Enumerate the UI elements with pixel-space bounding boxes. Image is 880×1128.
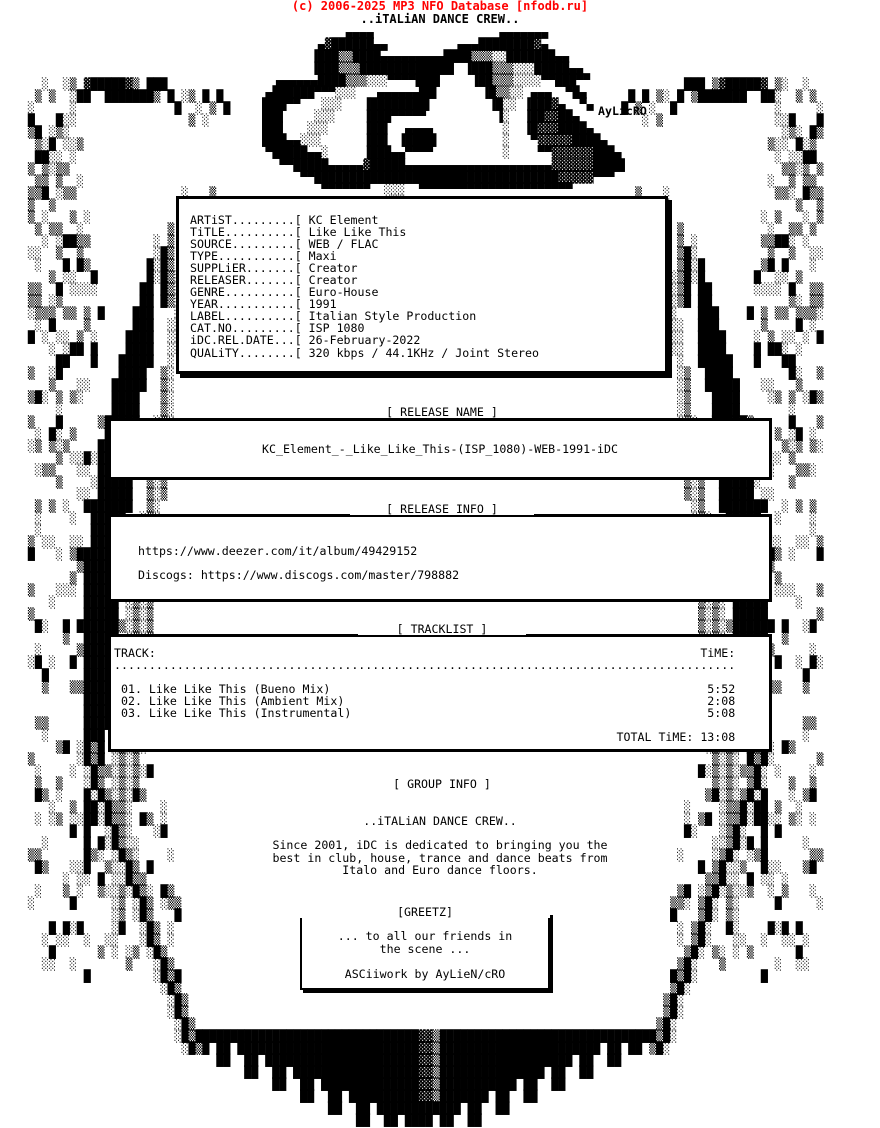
group-info-headline: ..iTALiAN DANCE CREW.. <box>363 814 517 828</box>
release-name-header: [ RELEASE NAME ] <box>350 406 534 418</box>
release-details-text: ARTiST.........[ KC Element TiTLE.......… <box>190 213 540 360</box>
greetz-text: ... to all our friends in the scene ... … <box>337 929 513 981</box>
release-info-links: https://www.deezer.com/it/album/49429152… <box>138 544 460 582</box>
group-info-text: Since 2001, iDC is dedicated to bringing… <box>272 838 608 877</box>
release-info-header: [ RELEASE INFO ] <box>350 503 534 515</box>
greetz-header: [GREETZ] <box>300 906 550 918</box>
tracklist-text: TRACK: TiME: ...........................… <box>114 646 736 745</box>
group-info-header: [ GROUP INFO ] <box>358 778 526 790</box>
tracklist-header: [ TRACKLIST ] <box>358 623 526 635</box>
release-name-value: KC_Element_-_Like_Like_This-(ISP_1080)-W… <box>262 442 618 456</box>
